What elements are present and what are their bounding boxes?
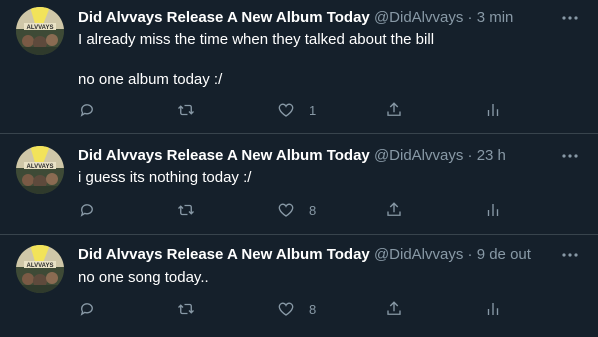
more-icon[interactable]: [560, 8, 580, 28]
retweet-icon: [178, 303, 194, 315]
like-button[interactable]: 8: [277, 299, 316, 319]
like-count: 1: [309, 102, 317, 118]
retweet-icon: [178, 204, 194, 216]
svg-text:ALVVAYS: ALVVAYS: [27, 164, 54, 170]
share-button[interactable]: [385, 200, 403, 220]
heart-icon: [278, 103, 294, 117]
username[interactable]: @DidAlvvays: [374, 147, 463, 164]
retweet-icon: [178, 104, 194, 116]
avatar[interactable]: ALVVAYS: [16, 245, 64, 293]
tweet[interactable]: ALVVAYS Did Alvvays Release A New Album …: [0, 134, 598, 235]
avatar[interactable]: ALVVAYS: [16, 7, 64, 55]
heart-icon: [278, 302, 294, 316]
display-name[interactable]: Did Alvvays Release A New Album Today: [78, 246, 370, 263]
reply-button[interactable]: [78, 299, 96, 319]
more-icon[interactable]: [560, 245, 580, 265]
tweet-header: Did Alvvays Release A New Album Today @D…: [78, 146, 506, 166]
username[interactable]: @DidAlvvays: [374, 246, 463, 263]
display-name[interactable]: Did Alvvays Release A New Album Today: [78, 9, 370, 26]
tweet[interactable]: ALVVAYS Did Alvvays Release A New Album …: [0, 235, 598, 337]
album-cover-image: ALVVAYS: [16, 245, 64, 293]
reply-button[interactable]: [78, 100, 96, 120]
tweet-text: i guess its nothing today :/: [78, 169, 252, 186]
username[interactable]: @DidAlvvays: [374, 9, 463, 26]
svg-text:ALVVAYS: ALVVAYS: [27, 263, 54, 269]
more-icon[interactable]: [560, 146, 580, 166]
timestamp[interactable]: 9 de out: [477, 246, 531, 263]
reply-button[interactable]: [78, 200, 96, 220]
share-button[interactable]: [385, 299, 403, 319]
like-count: 8: [309, 202, 317, 218]
svg-text:ALVVAYS: ALVVAYS: [27, 25, 54, 31]
tweet-text: no one song today..: [78, 269, 209, 286]
heart-icon: [278, 203, 294, 217]
analytics-button[interactable]: [484, 299, 502, 319]
share-icon: [387, 202, 401, 216]
avatar[interactable]: ALVVAYS: [16, 146, 64, 194]
retweet-button[interactable]: [176, 299, 196, 319]
tweet-header: Did Alvvays Release A New Album Today @D…: [78, 245, 531, 265]
analytics-icon: [487, 104, 499, 116]
timestamp[interactable]: 3 min: [477, 9, 514, 26]
tweet-text: I already miss the time when they talked…: [78, 31, 435, 88]
reply-icon: [80, 204, 93, 217]
separator-dot: ·: [467, 9, 473, 26]
share-icon: [387, 301, 401, 315]
tweet-actions: 1: [78, 100, 518, 120]
like-button[interactable]: 8: [277, 200, 316, 220]
tweet-actions: 8: [78, 299, 518, 319]
analytics-button[interactable]: [484, 100, 502, 120]
reply-icon: [80, 303, 93, 316]
tweet-header: Did Alvvays Release A New Album Today @D…: [78, 8, 513, 28]
timestamp[interactable]: 23 h: [477, 147, 506, 164]
like-count: 8: [309, 301, 317, 317]
separator-dot: ·: [467, 246, 473, 263]
reply-icon: [80, 104, 93, 117]
tweet[interactable]: ALVVAYS Did Alvvays Release A New Album …: [0, 0, 598, 134]
display-name[interactable]: Did Alvvays Release A New Album Today: [78, 147, 370, 164]
share-button[interactable]: [385, 100, 403, 120]
analytics-icon: [487, 303, 499, 315]
like-button[interactable]: 1: [277, 100, 316, 120]
timeline-feed: ALVVAYS Did Alvvays Release A New Album …: [0, 0, 598, 337]
separator-dot: ·: [467, 147, 473, 164]
album-cover-image: ALVVAYS: [16, 7, 64, 55]
analytics-button[interactable]: [484, 200, 502, 220]
analytics-icon: [487, 204, 499, 216]
retweet-button[interactable]: [176, 100, 196, 120]
album-cover-image: ALVVAYS: [16, 146, 64, 194]
share-icon: [387, 102, 401, 116]
tweet-actions: 8: [78, 200, 518, 220]
retweet-button[interactable]: [176, 200, 196, 220]
